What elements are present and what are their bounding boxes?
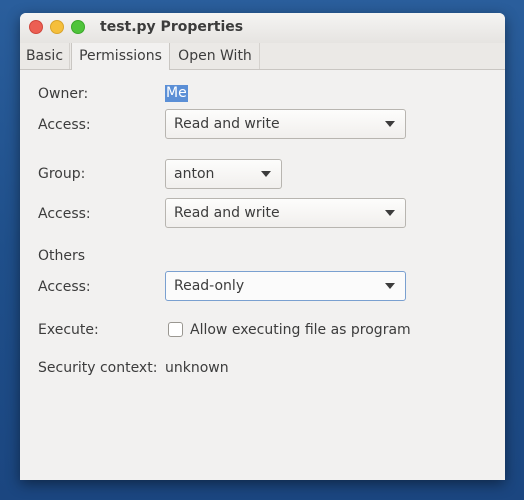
chevron-down-icon: [261, 171, 271, 177]
others-access-dropdown[interactable]: Read-only: [165, 271, 406, 301]
owner-value[interactable]: Me: [165, 85, 188, 102]
group-access-dropdown[interactable]: Read and write: [165, 198, 406, 228]
execute-checkbox[interactable]: [168, 322, 183, 337]
tab-permissions[interactable]: Permissions: [71, 43, 170, 70]
group-access-value: Read and write: [174, 205, 280, 221]
close-button[interactable]: [29, 20, 43, 34]
execute-label: Execute:: [38, 322, 99, 338]
chevron-down-icon: [385, 283, 395, 289]
group-label: Group:: [38, 166, 86, 182]
tab-basic[interactable]: Basic: [20, 43, 70, 69]
group-dropdown[interactable]: anton: [165, 159, 282, 189]
others-heading: Others: [38, 248, 86, 264]
security-context-label: Security context:: [38, 360, 158, 376]
execute-checkbox-label[interactable]: Allow executing file as program: [190, 322, 411, 338]
minimize-button[interactable]: [50, 20, 64, 34]
others-access-value: Read-only: [174, 278, 245, 294]
chevron-down-icon: [385, 121, 395, 127]
maximize-button[interactable]: [71, 20, 85, 34]
owner-access-label: Access:: [38, 117, 91, 133]
window-title: test.py Properties: [100, 19, 244, 35]
tab-open-with[interactable]: Open With: [171, 43, 260, 69]
chevron-down-icon: [385, 210, 395, 216]
tab-bar: Basic Permissions Open With: [20, 43, 505, 70]
owner-label: Owner:: [38, 86, 89, 102]
group-access-label: Access:: [38, 206, 91, 222]
group-value: anton: [174, 166, 215, 182]
owner-access-dropdown[interactable]: Read and write: [165, 109, 406, 139]
title-bar[interactable]: test.py Properties: [20, 13, 505, 44]
security-context-value: unknown: [165, 360, 229, 376]
owner-access-value: Read and write: [174, 116, 280, 132]
others-access-label: Access:: [38, 279, 91, 295]
properties-window: test.py Properties Basic Permissions Ope…: [20, 13, 505, 480]
